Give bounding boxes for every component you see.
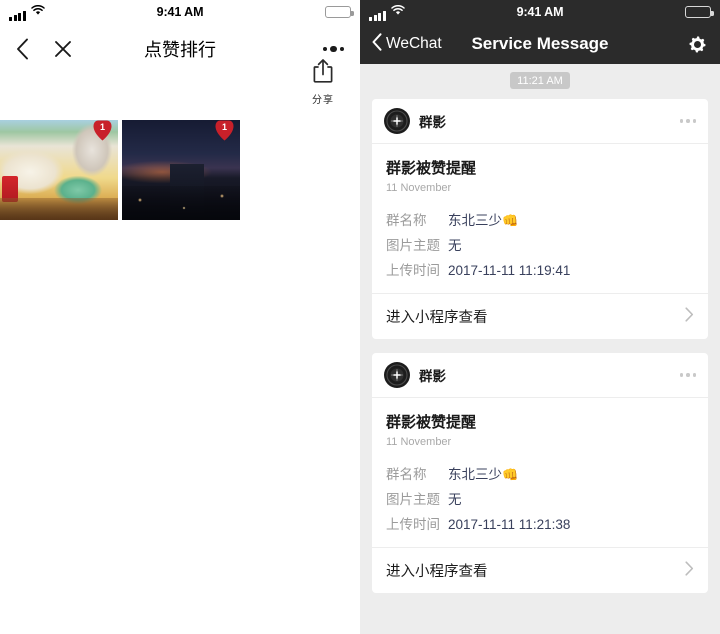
mini-program-panel: 9:41 AM 点赞排行 分享 1 1 xyxy=(0,0,360,634)
status-bar-left: 9:41 AM xyxy=(0,0,360,24)
back-to-wechat-button[interactable]: WeChat xyxy=(372,32,442,56)
chevron-right-icon xyxy=(685,306,694,327)
photo-night-cityscape[interactable]: 1 xyxy=(122,120,240,220)
status-bar-time-left: 9:41 AM xyxy=(156,5,204,19)
screenshot-root: 9:41 AM 点赞排行 分享 1 1 9:41 AM WeChat Servi… xyxy=(0,0,720,634)
battery-full-icon xyxy=(685,6,714,18)
battery-full-icon xyxy=(325,6,354,18)
detail-row: 群名称 东北三少 👊 xyxy=(386,209,694,229)
detail-label: 上传时间 xyxy=(386,263,440,278)
open-mini-program-label: 进入小程序查看 xyxy=(386,564,488,580)
share-label: 分享 xyxy=(312,95,334,106)
chevron-right-icon xyxy=(685,560,694,581)
detail-row: 上传时间 2017-11-11 11:21:38 xyxy=(386,513,694,533)
photo-mcdonalds-meal[interactable]: 1 xyxy=(0,120,118,220)
detail-row: 群名称 东北三少 👊 xyxy=(386,463,694,483)
wechat-navbar: WeChat Service Message xyxy=(360,24,720,64)
fist-emoji: 👊 xyxy=(502,467,519,482)
card-date: 11 November xyxy=(386,436,452,448)
heart-badge-icon: 1 xyxy=(215,120,234,141)
heart-badge-icon: 1 xyxy=(93,120,112,141)
detail-label: 群名称 xyxy=(386,213,427,228)
detail-value: 2017-11-11 11:19:41 xyxy=(448,263,571,278)
detail-label: 图片主题 xyxy=(386,238,440,253)
detail-label: 群名称 xyxy=(386,467,427,482)
more-dots-icon[interactable] xyxy=(679,373,696,377)
open-mini-program-button[interactable]: 进入小程序查看 xyxy=(372,293,708,339)
detail-label: 上传时间 xyxy=(386,517,440,532)
status-bar-right: 9:41 AM xyxy=(360,0,720,24)
detail-value: 无 xyxy=(448,238,462,253)
message-list[interactable]: 11:21 AM 群影 群影被赞提醒 11 November 群名称 东北三少 … xyxy=(360,64,720,634)
share-button[interactable]: 分享 xyxy=(300,58,346,106)
card-title: 群影被赞提醒 xyxy=(386,160,477,177)
timestamp-pill: 11:21 AM xyxy=(510,72,570,89)
back-label: WeChat xyxy=(386,35,442,52)
service-message-card[interactable]: 群影 群影被赞提醒 11 November 群名称 东北三少 👊 图片主题 无 … xyxy=(372,353,708,593)
card-app-name: 群影 xyxy=(419,369,446,384)
chevron-left-icon[interactable] xyxy=(16,38,29,60)
status-bar-time-right: 9:41 AM xyxy=(516,5,564,19)
like-count: 1 xyxy=(99,122,105,132)
qunying-app-avatar-icon xyxy=(384,108,410,134)
service-message-card[interactable]: 群影 群影被赞提醒 11 November 群名称 东北三少 👊 图片主题 无 … xyxy=(372,99,708,339)
detail-row: 上传时间 2017-11-11 11:19:41 xyxy=(386,259,694,279)
wechat-service-message-panel: 9:41 AM WeChat Service Message 11:21 AM … xyxy=(360,0,720,634)
qunying-app-avatar-icon xyxy=(384,362,410,388)
more-dots-icon[interactable] xyxy=(679,119,696,123)
chevron-left-icon xyxy=(372,32,382,56)
detail-value: 2017-11-11 11:21:38 xyxy=(448,517,571,532)
detail-value: 东北三少 xyxy=(448,467,502,482)
card-body: 群影被赞提醒 11 November 群名称 东北三少 👊 图片主题 无 上传时… xyxy=(372,398,708,547)
open-mini-program-label: 进入小程序查看 xyxy=(386,310,488,326)
detail-value: 无 xyxy=(448,492,462,507)
more-dots-icon[interactable] xyxy=(322,45,344,53)
detail-label: 图片主题 xyxy=(386,492,440,507)
fist-emoji: 👊 xyxy=(502,213,519,228)
card-header: 群影 xyxy=(372,99,708,144)
timestamp-divider: 11:21 AM xyxy=(372,64,708,99)
card-title: 群影被赞提醒 xyxy=(386,414,477,431)
close-x-icon[interactable] xyxy=(53,39,73,59)
card-header: 群影 xyxy=(372,353,708,398)
detail-value: 东北三少 xyxy=(448,213,502,228)
detail-row: 图片主题 无 xyxy=(386,234,694,254)
card-app-name: 群影 xyxy=(419,115,446,130)
detail-list: 群名称 东北三少 👊 图片主题 无 上传时间 2017-11-11 11:21:… xyxy=(386,463,694,533)
gear-icon[interactable] xyxy=(687,34,708,55)
detail-row: 图片主题 无 xyxy=(386,488,694,508)
liked-photo-grid: 1 1 xyxy=(0,120,240,220)
open-mini-program-button[interactable]: 进入小程序查看 xyxy=(372,547,708,593)
card-body: 群影被赞提醒 11 November 群名称 东北三少 👊 图片主题 无 上传时… xyxy=(372,144,708,293)
detail-list: 群名称 东北三少 👊 图片主题 无 上传时间 2017-11-11 11:19:… xyxy=(386,209,694,279)
share-upload-icon xyxy=(300,58,346,89)
card-date: 11 November xyxy=(386,182,452,194)
like-count: 1 xyxy=(221,122,227,132)
